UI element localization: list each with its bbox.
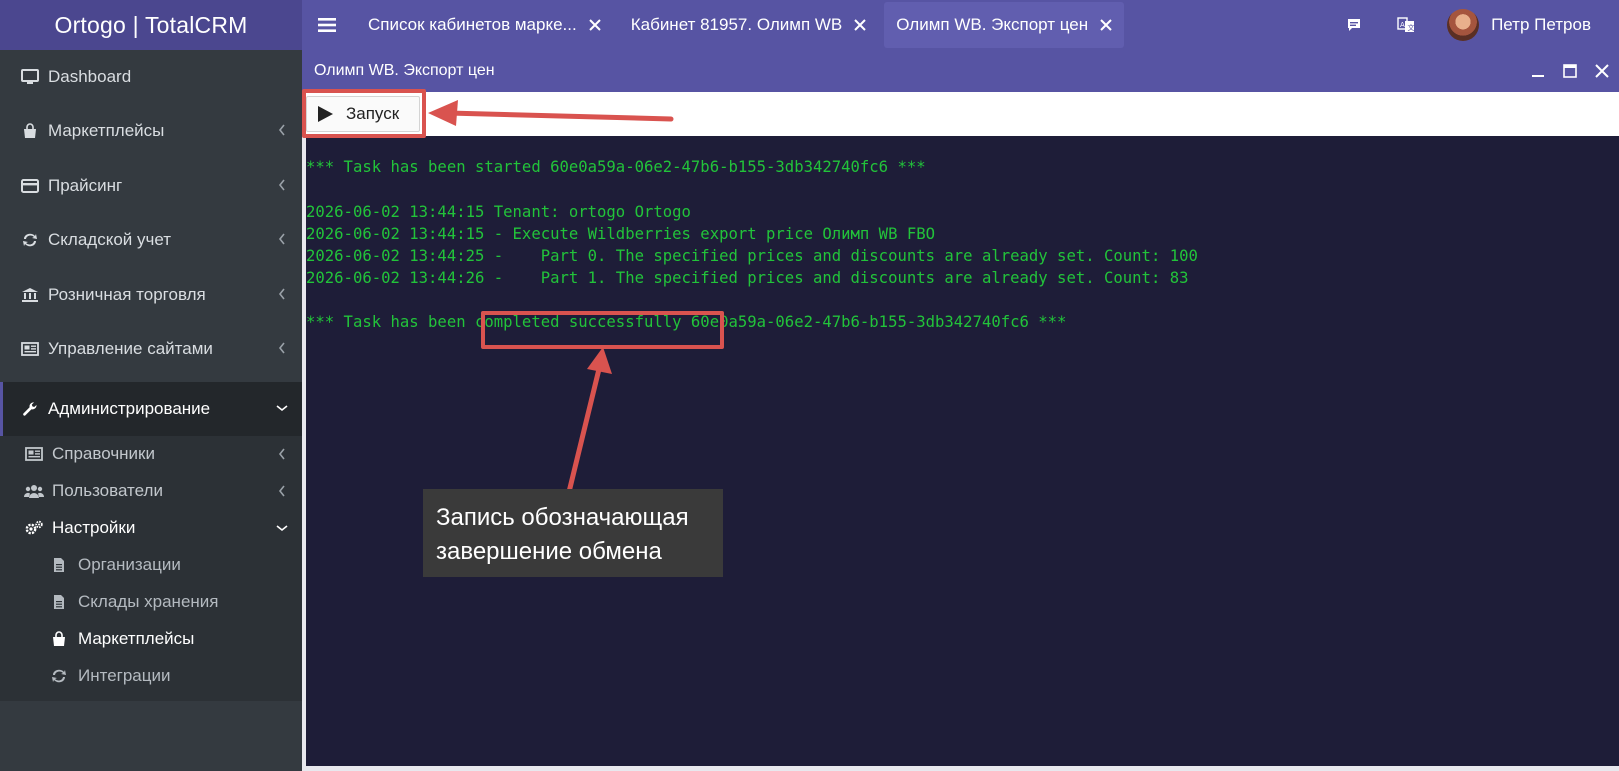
window-controls [1517,60,1613,82]
monitor-icon [20,67,40,87]
bag-icon [50,630,68,648]
bank-icon [20,285,40,305]
log-line: 2026-06-02 13:44:25 - Part 0. The specif… [306,247,1198,265]
run-button-highlight [302,89,426,138]
sidebar-item-label: Маркетплейсы [48,121,165,140]
maximize-icon[interactable] [1559,60,1581,82]
sidebar-item-pricing[interactable]: Прайсинг [0,159,302,213]
svg-text:文: 文 [1408,23,1415,32]
sidebar-item-label: Управление сайтами [48,339,213,358]
file-icon [50,593,68,611]
close-icon[interactable] [587,17,603,33]
window-header[interactable]: Олимп WB. Экспорт цен [302,50,1619,92]
administration-submenu: Справочники Пользователи Настройки Орган… [0,436,302,701]
file-icon [50,556,68,574]
sidebar-item-label: Розничная торговля [48,285,206,304]
sidebar-item-settings-marketplaces[interactable]: Маркетплейсы [0,621,302,657]
brand-logo[interactable]: Ortogo | TotalCRM [0,0,302,50]
chevron-left-icon [276,342,288,354]
tab-label: Кабинет 81957. Олимп WB [630,15,843,34]
svg-text:A: A [1400,21,1405,29]
chevron-left-icon [276,179,288,191]
sidebar-item-integrations[interactable]: Интеграции [0,658,302,694]
sidebar-item-storage[interactable]: Склады хранения [0,584,302,620]
chevron-down-icon [276,522,288,534]
annotation-callout: Запись обозначающая завершение обмена [423,489,723,577]
chevron-left-icon [276,233,288,245]
chevron-left-icon [276,485,288,497]
annotation-line: завершение обмена [436,538,662,565]
tab-cabinet-81957[interactable]: Кабинет 81957. Олимп WB [619,2,879,48]
sidebar-item-label: Пользователи [52,481,163,500]
exchange-icon [20,230,40,250]
tab-cabinets-list[interactable]: Список кабинетов марке... [356,2,613,48]
sidebar: Dashboard Маркетплейсы Прайсинг Складско… [0,50,302,771]
sidebar-item-label: Складской учет [48,230,172,249]
sidebar-item-directories[interactable]: Справочники [0,436,302,472]
exchange-icon [50,667,68,685]
export-prices-window: Олимп WB. Экспорт цен Запуск *** Task ha… [302,50,1619,771]
sidebar-item-warehouse[interactable]: Складской учет [0,213,302,267]
newspaper-icon [24,445,44,463]
sidebar-item-retail[interactable]: Розничная торговля [0,268,302,322]
window-title: Олимп WB. Экспорт цен [314,62,495,79]
log-line: 2026-06-02 13:44:15 Tenant: ortogo Ortog… [306,203,691,221]
top-right-controls: A文 Петр Петров [1343,0,1619,50]
tab-label: Олимп WB. Экспорт цен [896,15,1089,34]
user-name[interactable]: Петр Петров [1491,15,1591,35]
tab-bar: Список кабинетов марке... Кабинет 81957.… [356,0,1130,50]
sidebar-item-label: Интеграции [78,666,171,685]
sidebar-item-marketplaces[interactable]: Маркетплейсы [0,104,302,158]
sidebar-item-label: Маркетплейсы [78,629,195,648]
task-log-console: *** Task has been started 60e0a59a-06e2-… [306,136,1619,766]
sidebar-item-label: Прайсинг [48,176,123,195]
wrench-icon [20,399,40,419]
bag-icon [20,121,40,141]
completed-successfully-highlight [481,311,724,349]
log-line: *** Task has been started 60e0a59a-06e2-… [306,158,926,176]
sidebar-item-administration[interactable]: Администрирование [0,382,302,436]
users-icon [24,482,44,500]
chat-icon[interactable] [1343,14,1365,36]
chevron-down-icon [276,402,288,414]
top-bar: Ortogo | TotalCRM Список кабинетов марке… [0,0,1619,50]
sidebar-item-label: Организации [78,555,181,574]
translate-icon[interactable]: A文 [1395,14,1417,36]
sidebar-item-organizations[interactable]: Организации [0,547,302,583]
hamburger-menu-icon[interactable] [312,11,342,39]
sidebar-item-label: Справочники [52,444,155,463]
close-icon[interactable] [852,17,868,33]
tab-export-prices[interactable]: Олимп WB. Экспорт цен [884,2,1125,48]
gears-icon [24,519,44,537]
chevron-left-icon [276,448,288,460]
sidebar-item-settings[interactable]: Настройки [0,510,302,546]
sidebar-item-label: Склады хранения [78,592,219,611]
sidebar-item-label: Администрирование [48,399,211,418]
sidebar-item-dashboard[interactable]: Dashboard [0,50,302,104]
minimize-icon[interactable] [1527,60,1549,82]
sidebar-item-label: Настройки [52,518,136,537]
sidebar-item-sites[interactable]: Управление сайтами [0,322,302,376]
annotation-line: Запись обозначающая [436,504,689,531]
log-line: 2026-06-02 13:44:26 - Part 1. The specif… [306,269,1189,287]
card-icon [20,176,40,196]
avatar[interactable] [1447,9,1480,41]
sidebar-item-label: Dashboard [48,67,132,86]
chevron-left-icon [276,124,288,136]
tab-label: Список кабинетов марке... [368,15,577,34]
close-icon[interactable] [1591,60,1613,82]
log-line: 2026-06-02 13:44:15 - Execute Wildberrie… [306,225,936,243]
window-toolbar: Запуск [302,92,1619,136]
chevron-left-icon [276,288,288,300]
close-icon[interactable] [1098,17,1114,33]
newspaper-icon [20,339,40,359]
sidebar-item-users[interactable]: Пользователи [0,473,302,509]
